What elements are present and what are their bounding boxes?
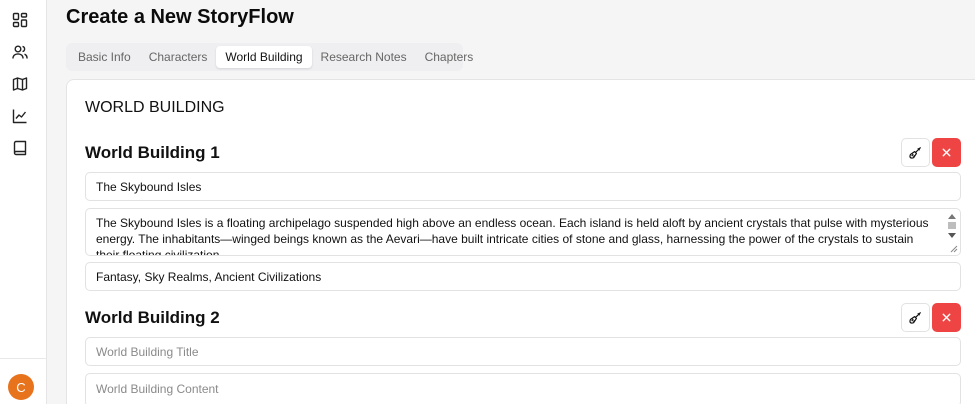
close-icon xyxy=(942,313,951,322)
tags-input[interactable]: Fantasy, Sky Realms, Ancient Civilizatio… xyxy=(85,262,961,291)
resize-grip-icon[interactable] xyxy=(950,245,958,253)
title-input[interactable]: World Building Title xyxy=(85,337,961,366)
generate-button[interactable] xyxy=(901,138,930,167)
paintbrush-icon xyxy=(909,146,922,159)
sidebar: C xyxy=(0,0,47,404)
content-textarea[interactable]: World Building Content xyxy=(85,373,961,404)
scroll-down-arrow[interactable] xyxy=(948,233,956,238)
chart-line-icon[interactable] xyxy=(11,107,29,125)
world-building-heading: World Building 2 xyxy=(85,308,220,327)
content-textarea[interactable]: The Skybound Isles is a floating archipe… xyxy=(85,208,961,256)
delete-button[interactable] xyxy=(932,138,961,167)
users-icon[interactable] xyxy=(11,43,29,61)
map-icon[interactable] xyxy=(11,75,29,93)
scroll-up-arrow[interactable] xyxy=(948,214,956,219)
page-title: Create a New StoryFlow xyxy=(66,6,294,28)
tab-basic-info[interactable]: Basic Info xyxy=(69,46,140,68)
tab-characters[interactable]: Characters xyxy=(140,46,217,68)
scroll-thumb[interactable] xyxy=(948,222,956,229)
generate-button[interactable] xyxy=(901,303,930,332)
title-input[interactable]: The Skybound Isles xyxy=(85,172,961,201)
book-icon[interactable] xyxy=(11,139,29,157)
world-building-heading: World Building 1 xyxy=(85,143,220,162)
tab-chapters[interactable]: Chapters xyxy=(416,46,483,68)
sidebar-divider xyxy=(0,358,47,359)
paintbrush-icon xyxy=(909,311,922,324)
section-title: WORLD BUILDING xyxy=(85,99,225,116)
tab-world-building[interactable]: World Building xyxy=(216,46,312,68)
avatar[interactable]: C xyxy=(8,374,34,400)
tab-list: Basic Info Characters World Building Res… xyxy=(66,43,473,71)
close-icon xyxy=(942,148,951,157)
delete-button[interactable] xyxy=(932,303,961,332)
tab-research-notes[interactable]: Research Notes xyxy=(312,46,416,68)
dashboard-icon[interactable] xyxy=(11,11,29,29)
content-text: The Skybound Isles is a floating archipe… xyxy=(96,216,929,256)
